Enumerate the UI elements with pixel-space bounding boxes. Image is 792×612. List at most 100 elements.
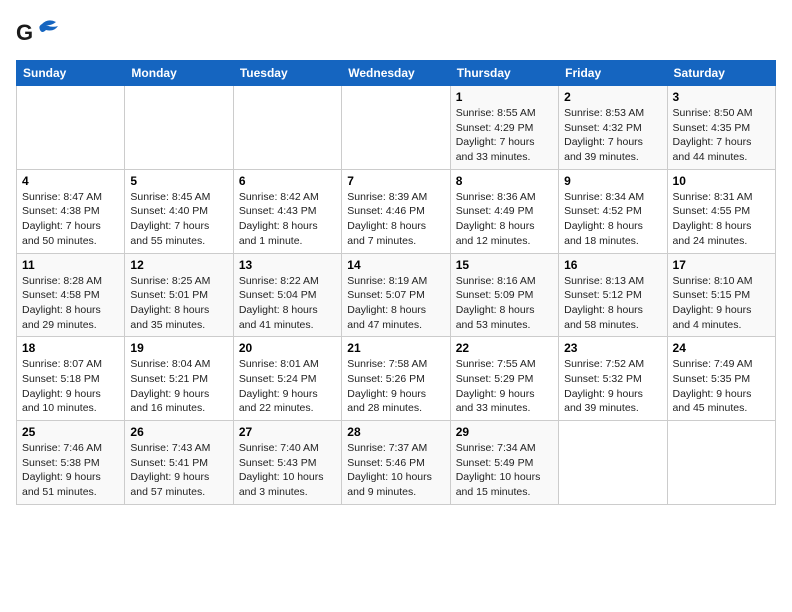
day-info: Sunrise: 8:45 AM Sunset: 4:40 PM Dayligh… bbox=[130, 190, 227, 249]
day-number: 10 bbox=[673, 174, 770, 188]
calendar-table: SundayMondayTuesdayWednesdayThursdayFrid… bbox=[16, 60, 776, 505]
calendar-cell: 10Sunrise: 8:31 AM Sunset: 4:55 PM Dayli… bbox=[667, 169, 775, 253]
logo: G bbox=[16, 16, 64, 52]
day-info: Sunrise: 8:22 AM Sunset: 5:04 PM Dayligh… bbox=[239, 274, 336, 333]
day-info: Sunrise: 8:04 AM Sunset: 5:21 PM Dayligh… bbox=[130, 357, 227, 416]
calendar-cell bbox=[233, 86, 341, 170]
column-header-tuesday: Tuesday bbox=[233, 61, 341, 86]
calendar-cell: 15 Sunrise: 8:16 AM Sunset: 5:09 PM Dayli… bbox=[450, 253, 558, 337]
day-number: 27 bbox=[239, 425, 336, 439]
day-number: 18 bbox=[22, 341, 119, 355]
day-number: 13 bbox=[239, 258, 336, 272]
calendar-cell: 8 Sunrise: 8:36 AM Sunset: 4:49 PM Daylig… bbox=[450, 169, 558, 253]
calendar-cell: 29 Sunrise: 7:34 AM Sunset: 5:49 PM Dayli… bbox=[450, 421, 558, 505]
day-info: Sunrise: 8:55 AM Sunset: 4:29 PM Dayligh… bbox=[456, 106, 553, 165]
day-info: Sunrise: 8:01 AM Sunset: 5:24 PM Dayligh… bbox=[239, 357, 336, 416]
day-info: Sunrise: 8:28 AM Sunset: 4:58 PM Dayligh… bbox=[22, 274, 119, 333]
day-number: 25 bbox=[22, 425, 119, 439]
calendar-cell bbox=[559, 421, 667, 505]
calendar-cell: 20 Sunrise: 8:01 AM Sunset: 5:24 PM Dayli… bbox=[233, 337, 341, 421]
day-info: Sunrise: 8:25 AM Sunset: 5:01 PM Dayligh… bbox=[130, 274, 227, 333]
calendar-cell: 18 Sunrise: 8:07 AM Sunset: 5:18 PM Dayli… bbox=[17, 337, 125, 421]
day-number: 17 bbox=[673, 258, 770, 272]
calendar-cell: 16 Sunrise: 8:13 AM Sunset: 5:12 PM Dayli… bbox=[559, 253, 667, 337]
calendar-week-row: 18 Sunrise: 8:07 AM Sunset: 5:18 PM Dayli… bbox=[17, 337, 776, 421]
column-header-sunday: Sunday bbox=[17, 61, 125, 86]
day-number: 8 bbox=[456, 174, 553, 188]
day-number: 5 bbox=[130, 174, 227, 188]
day-info: Sunrise: 8:16 AM Sunset: 5:09 PM Dayligh… bbox=[456, 274, 553, 333]
day-number: 3 bbox=[673, 90, 770, 104]
day-info: Sunrise: 8:50 AM Sunset: 4:35 PM Dayligh… bbox=[673, 106, 770, 165]
calendar-cell: 28 Sunrise: 7:37 AM Sunset: 5:46 PM Dayli… bbox=[342, 421, 450, 505]
day-number: 15 bbox=[456, 258, 553, 272]
day-number: 12 bbox=[130, 258, 227, 272]
day-info: Sunrise: 8:53 AM Sunset: 4:32 PM Dayligh… bbox=[564, 106, 661, 165]
day-number: 21 bbox=[347, 341, 444, 355]
day-info: Sunrise: 8:36 AM Sunset: 4:49 PM Dayligh… bbox=[456, 190, 553, 249]
day-info: Sunrise: 8:47 AM Sunset: 4:38 PM Dayligh… bbox=[22, 190, 119, 249]
calendar-week-row: 11 Sunrise: 8:28 AM Sunset: 4:58 PM Dayli… bbox=[17, 253, 776, 337]
calendar-cell: 12 Sunrise: 8:25 AM Sunset: 5:01 PM Dayli… bbox=[125, 253, 233, 337]
column-header-monday: Monday bbox=[125, 61, 233, 86]
calendar-cell: 3 Sunrise: 8:50 AM Sunset: 4:35 PM Daylig… bbox=[667, 86, 775, 170]
day-number: 16 bbox=[564, 258, 661, 272]
calendar-cell bbox=[667, 421, 775, 505]
calendar-cell bbox=[17, 86, 125, 170]
calendar-cell: 25 Sunrise: 7:46 AM Sunset: 5:38 PM Dayli… bbox=[17, 421, 125, 505]
day-number: 23 bbox=[564, 341, 661, 355]
day-info: Sunrise: 8:07 AM Sunset: 5:18 PM Dayligh… bbox=[22, 357, 119, 416]
day-info: Sunrise: 8:34 AM Sunset: 4:52 PM Dayligh… bbox=[564, 190, 661, 249]
day-number: 29 bbox=[456, 425, 553, 439]
calendar-cell: 7Sunrise: 8:39 AM Sunset: 4:46 PM Daylig… bbox=[342, 169, 450, 253]
calendar-cell: 26 Sunrise: 7:43 AM Sunset: 5:41 PM Dayli… bbox=[125, 421, 233, 505]
calendar-cell: 5 Sunrise: 8:45 AM Sunset: 4:40 PM Daylig… bbox=[125, 169, 233, 253]
calendar-header-row: SundayMondayTuesdayWednesdayThursdayFrid… bbox=[17, 61, 776, 86]
day-info: Sunrise: 7:49 AM Sunset: 5:35 PM Dayligh… bbox=[673, 357, 770, 416]
calendar-body: 1 Sunrise: 8:55 AM Sunset: 4:29 PM Daylig… bbox=[17, 86, 776, 505]
day-info: Sunrise: 7:52 AM Sunset: 5:32 PM Dayligh… bbox=[564, 357, 661, 416]
calendar-cell bbox=[342, 86, 450, 170]
day-info: Sunrise: 7:37 AM Sunset: 5:46 PM Dayligh… bbox=[347, 441, 444, 500]
day-number: 28 bbox=[347, 425, 444, 439]
day-info: Sunrise: 7:40 AM Sunset: 5:43 PM Dayligh… bbox=[239, 441, 336, 500]
calendar-cell: 9 Sunrise: 8:34 AM Sunset: 4:52 PM Daylig… bbox=[559, 169, 667, 253]
column-header-wednesday: Wednesday bbox=[342, 61, 450, 86]
day-number: 26 bbox=[130, 425, 227, 439]
day-info: Sunrise: 8:13 AM Sunset: 5:12 PM Dayligh… bbox=[564, 274, 661, 333]
page-header: G bbox=[16, 16, 776, 52]
day-info: Sunrise: 7:43 AM Sunset: 5:41 PM Dayligh… bbox=[130, 441, 227, 500]
day-info: Sunrise: 7:55 AM Sunset: 5:29 PM Dayligh… bbox=[456, 357, 553, 416]
calendar-cell: 13 Sunrise: 8:22 AM Sunset: 5:04 PM Dayli… bbox=[233, 253, 341, 337]
day-info: Sunrise: 7:46 AM Sunset: 5:38 PM Dayligh… bbox=[22, 441, 119, 500]
calendar-cell: 24 Sunrise: 7:49 AM Sunset: 5:35 PM Dayli… bbox=[667, 337, 775, 421]
column-header-thursday: Thursday bbox=[450, 61, 558, 86]
day-info: Sunrise: 8:19 AM Sunset: 5:07 PM Dayligh… bbox=[347, 274, 444, 333]
day-number: 9 bbox=[564, 174, 661, 188]
calendar-cell: 19Sunrise: 8:04 AM Sunset: 5:21 PM Dayli… bbox=[125, 337, 233, 421]
day-number: 2 bbox=[564, 90, 661, 104]
day-number: 1 bbox=[456, 90, 553, 104]
day-number: 14 bbox=[347, 258, 444, 272]
calendar-cell: 22 Sunrise: 7:55 AM Sunset: 5:29 PM Dayli… bbox=[450, 337, 558, 421]
calendar-cell: 14 Sunrise: 8:19 AM Sunset: 5:07 PM Dayli… bbox=[342, 253, 450, 337]
day-info: Sunrise: 8:42 AM Sunset: 4:43 PM Dayligh… bbox=[239, 190, 336, 249]
day-info: Sunrise: 8:10 AM Sunset: 5:15 PM Dayligh… bbox=[673, 274, 770, 333]
column-header-saturday: Saturday bbox=[667, 61, 775, 86]
day-number: 4 bbox=[22, 174, 119, 188]
day-info: Sunrise: 7:34 AM Sunset: 5:49 PM Dayligh… bbox=[456, 441, 553, 500]
day-number: 11 bbox=[22, 258, 119, 272]
day-number: 22 bbox=[456, 341, 553, 355]
day-info: Sunrise: 8:39 AM Sunset: 4:46 PM Dayligh… bbox=[347, 190, 444, 249]
calendar-cell: 2 Sunrise: 8:53 AM Sunset: 4:32 PM Daylig… bbox=[559, 86, 667, 170]
calendar-cell: 11 Sunrise: 8:28 AM Sunset: 4:58 PM Dayli… bbox=[17, 253, 125, 337]
calendar-cell: 27 Sunrise: 7:40 AM Sunset: 5:43 PM Dayli… bbox=[233, 421, 341, 505]
svg-text:G: G bbox=[16, 20, 33, 45]
calendar-cell: 6 Sunrise: 8:42 AM Sunset: 4:43 PM Daylig… bbox=[233, 169, 341, 253]
calendar-week-row: 1 Sunrise: 8:55 AM Sunset: 4:29 PM Daylig… bbox=[17, 86, 776, 170]
calendar-week-row: 25 Sunrise: 7:46 AM Sunset: 5:38 PM Dayli… bbox=[17, 421, 776, 505]
day-number: 6 bbox=[239, 174, 336, 188]
day-number: 20 bbox=[239, 341, 336, 355]
day-number: 24 bbox=[673, 341, 770, 355]
calendar-cell bbox=[125, 86, 233, 170]
